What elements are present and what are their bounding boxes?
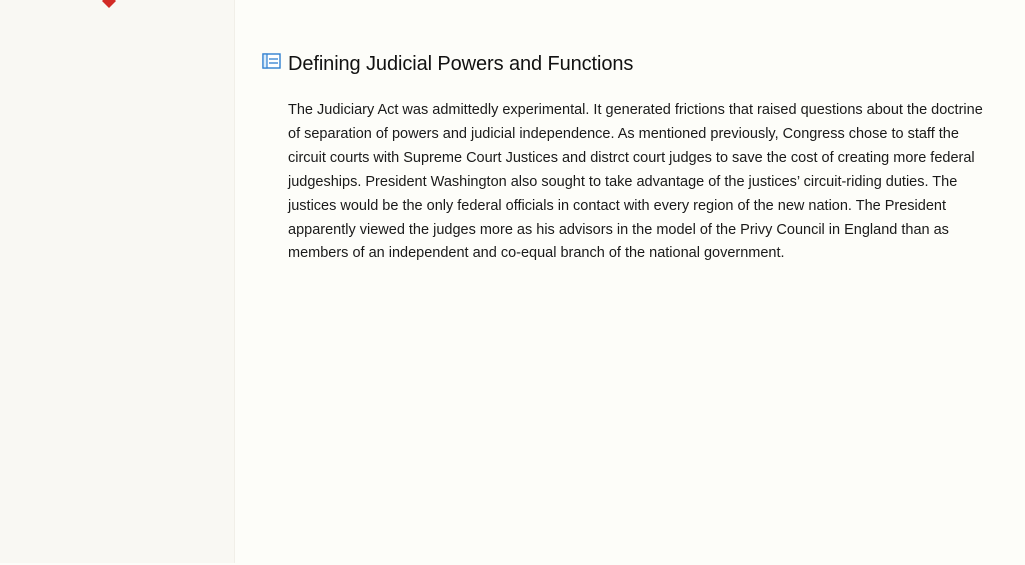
- main-content: Defining Judicial Powers and Functions T…: [235, 0, 1025, 565]
- note-icon[interactable]: [262, 53, 281, 70]
- section-title: Defining Judicial Powers and Functions: [288, 53, 634, 75]
- section-heading: Defining Judicial Powers and Functions: [262, 50, 633, 78]
- sidebar: [0, 0, 235, 563]
- section-paragraph: The Judiciary Act was admittedly experim…: [288, 102, 983, 262]
- red-diamond-icon: [102, 0, 116, 8]
